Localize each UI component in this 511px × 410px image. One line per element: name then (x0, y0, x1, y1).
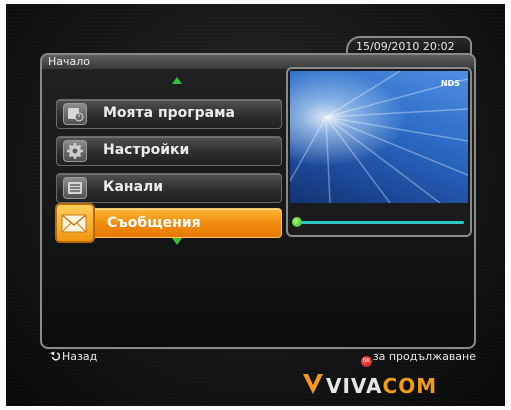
my-program-icon (63, 103, 87, 125)
tv-preview-window: NDS (286, 67, 472, 237)
preview-progress-bar (292, 217, 464, 227)
progress-indicator (292, 217, 302, 227)
ok-continue-hint[interactable]: OK за продължаване (360, 350, 476, 367)
datetime-display: 15/09/2010 20:02 (356, 40, 455, 53)
channels-icon (63, 177, 87, 199)
menu-item-label: Съобщения (107, 215, 201, 231)
menu-item-channels[interactable]: Канали (56, 173, 282, 203)
menu-item-label: Настройки (103, 142, 190, 158)
tv-screen: 15/09/2010 20:02 Начало Моята програма Н… (6, 4, 505, 406)
messages-envelope-icon (55, 203, 95, 243)
footer-bar: Назад OK за продължаване (40, 348, 476, 368)
nds-logo: NDS (440, 79, 460, 88)
settings-gear-icon (63, 140, 87, 162)
ok-label: за продължаване (372, 350, 476, 363)
back-arrow-icon (50, 351, 60, 361)
menu-item-label: Моята програма (103, 105, 235, 121)
scroll-up-arrow-icon[interactable] (172, 77, 182, 84)
menu-item-messages[interactable]: Съобщения (55, 203, 282, 243)
brand-name: VIVACOM (326, 374, 438, 398)
menu-item-my-program[interactable]: Моята програма (56, 99, 282, 129)
ok-button-icon: OK (360, 356, 372, 367)
vivacom-logo: VIVACOM (302, 372, 472, 398)
preview-video: NDS (290, 71, 468, 203)
breadcrumb: Начало (48, 55, 91, 68)
back-button[interactable]: Назад (50, 350, 97, 363)
menu-item-label: Канали (103, 179, 164, 195)
back-label: Назад (62, 350, 98, 363)
preview-light-rays (290, 71, 468, 203)
main-menu-panel: Начало Моята програма Настройки Канали С… (40, 53, 476, 349)
scroll-down-arrow-icon[interactable] (172, 238, 182, 245)
menu-item-settings[interactable]: Настройки (56, 136, 282, 166)
vivacom-v-icon (303, 374, 323, 394)
